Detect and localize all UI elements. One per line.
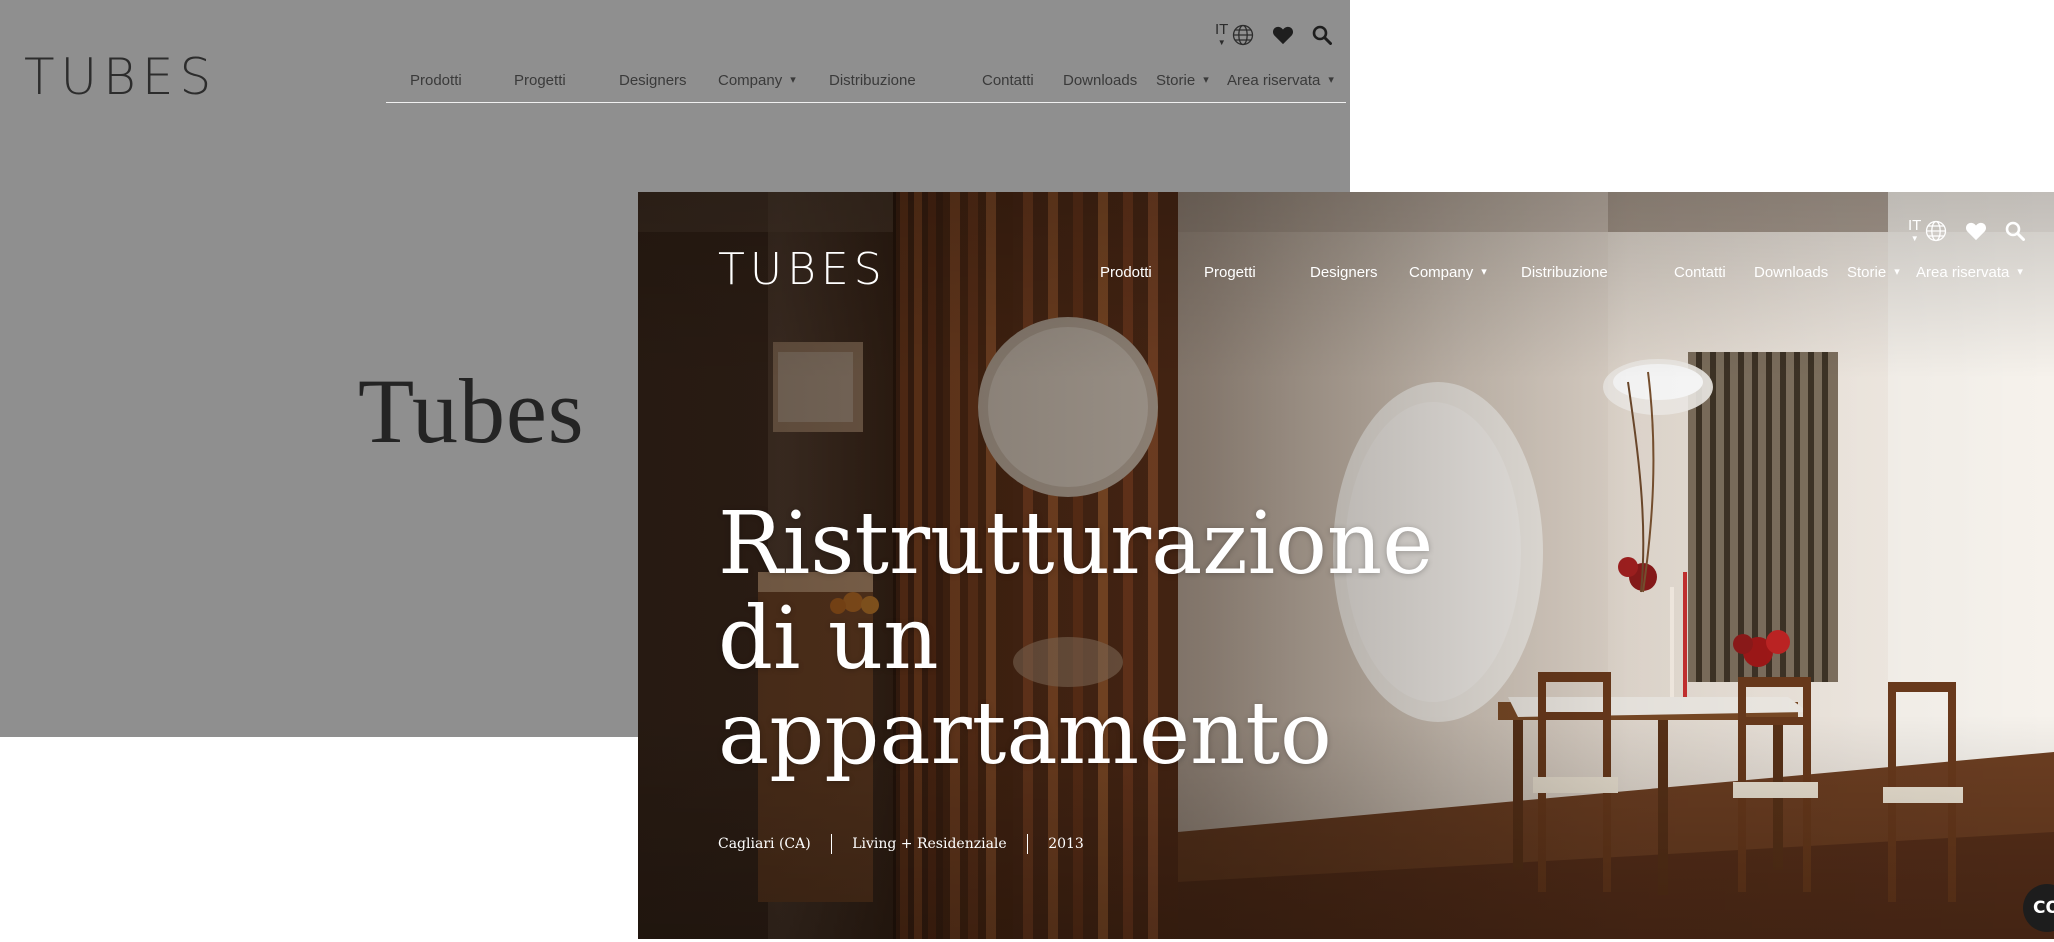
- utility-icons: IT ▼: [1908, 218, 2026, 243]
- nav-item-storie[interactable]: Storie: [1156, 72, 1209, 89]
- utility-icons: IT ▼: [1215, 22, 1333, 47]
- nav-item-contatti[interactable]: Contatti: [982, 72, 1034, 89]
- nav-item-distribuzione[interactable]: Distribuzione: [829, 72, 916, 89]
- chat-label: CO: [2033, 898, 2054, 918]
- nav-item-downloads[interactable]: Downloads: [1754, 264, 1828, 281]
- search-icon[interactable]: [2005, 221, 2026, 241]
- divider: [830, 834, 833, 854]
- nav-item-company[interactable]: Company: [1409, 264, 1487, 281]
- main-nav: Prodotti Progetti Designers Company Dist…: [386, 72, 1346, 103]
- nav-item-downloads[interactable]: Downloads: [1063, 72, 1137, 89]
- globe-icon[interactable]: [1232, 24, 1254, 46]
- nav-item-designers[interactable]: Designers: [619, 72, 687, 89]
- hero-title: Ristrutturazione di un appartamento: [718, 497, 1433, 782]
- language-selector[interactable]: IT ▼: [1908, 218, 1921, 243]
- chevron-down-icon: ▼: [1910, 234, 1919, 243]
- chevron-down-icon: ▼: [1217, 38, 1226, 47]
- project-category[interactable]: Living + Residenziale: [852, 836, 1007, 852]
- heart-icon[interactable]: [1965, 221, 1987, 241]
- divider: [1026, 834, 1029, 854]
- nav-item-prodotti[interactable]: Prodotti: [410, 72, 462, 89]
- globe-icon[interactable]: [1925, 220, 1947, 242]
- language-label: IT: [1215, 21, 1229, 38]
- nav-item-designers[interactable]: Designers: [1310, 264, 1378, 281]
- hero-title-line: appartamento: [718, 684, 1332, 784]
- nav-item-area-riservata[interactable]: Area riservata: [1916, 264, 2023, 281]
- logo[interactable]: TUBES: [24, 52, 217, 102]
- language-selector[interactable]: IT ▼: [1215, 22, 1228, 47]
- page-title: Tubes: [358, 360, 585, 462]
- project-year: 2013: [1048, 836, 1084, 852]
- nav-item-distribuzione[interactable]: Distribuzione: [1521, 264, 1608, 281]
- nav-item-contatti[interactable]: Contatti: [1674, 264, 1726, 281]
- nav-item-prodotti[interactable]: Prodotti: [1100, 264, 1152, 281]
- hero-banner: TUBES IT ▼ Prodotti Progetti Designers C…: [638, 192, 2054, 939]
- search-icon[interactable]: [1312, 25, 1333, 45]
- heart-icon[interactable]: [1272, 25, 1294, 45]
- logo[interactable]: TUBES: [718, 248, 887, 292]
- hero-title-line: di un: [718, 589, 939, 689]
- main-nav: Prodotti Progetti Designers Company Dist…: [1100, 264, 2050, 294]
- language-label: IT: [1908, 217, 1922, 234]
- nav-item-progetti[interactable]: Progetti: [514, 72, 566, 89]
- project-location: Cagliari (CA): [718, 836, 811, 852]
- project-meta: Cagliari (CA) Living + Residenziale 2013: [718, 834, 1084, 854]
- nav-item-area-riservata[interactable]: Area riservata: [1227, 72, 1334, 89]
- nav-item-company[interactable]: Company: [718, 72, 796, 89]
- nav-item-progetti[interactable]: Progetti: [1204, 264, 1256, 281]
- hero-title-line: Ristrutturazione: [718, 494, 1434, 594]
- nav-item-storie[interactable]: Storie: [1847, 264, 1900, 281]
